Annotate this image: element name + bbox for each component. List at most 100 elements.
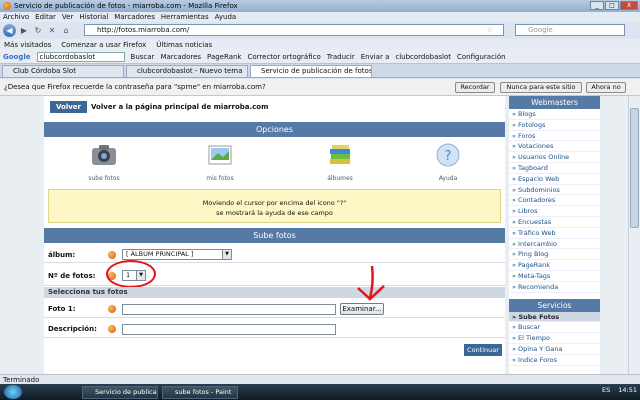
sidebar-item[interactable]: » Opina Y Gana — [509, 344, 600, 355]
descripcion-label: Descripción: — [48, 325, 97, 333]
sidebar-item[interactable]: » Usuarios Online — [509, 152, 600, 163]
sidebar-item[interactable]: » Meta-Tags — [509, 271, 600, 282]
webmasters-header: Webmasters — [509, 96, 600, 109]
google-search-input[interactable]: clubcordobaslot — [36, 51, 125, 62]
sube-fotos-header: Sube fotos — [44, 228, 505, 243]
nfotos-label: Nº de fotos: — [48, 271, 96, 280]
recordar-button[interactable]: Recordar — [455, 82, 495, 93]
sidebar-item[interactable]: » Espacio Web — [509, 174, 600, 185]
help-dot-icon[interactable] — [108, 305, 116, 313]
ahora-no-button[interactable]: Ahora no — [586, 82, 626, 93]
sidebar-item[interactable]: » Contadores — [509, 195, 600, 207]
help-dot-icon[interactable] — [108, 250, 116, 259]
menu-archivo[interactable]: Archivo — [3, 13, 29, 21]
minimize-button[interactable]: _ — [590, 1, 604, 10]
bookmark-noticias[interactable]: Últimas noticias — [156, 41, 212, 49]
bookmark-star-icon[interactable]: ☆ — [487, 25, 493, 35]
taskbar-item-paint[interactable]: sube fotos - Paint — [162, 385, 238, 399]
foto-file-input[interactable] — [122, 303, 336, 315]
option-ayuda[interactable]: ? Ayuda — [412, 141, 484, 182]
volver-button[interactable]: Volver — [50, 101, 88, 113]
google-corrector[interactable]: Corrector ortográfico — [247, 53, 320, 61]
volver-row: Volver Volver a la página principal de m… — [50, 101, 268, 113]
photo-icon — [208, 145, 232, 165]
sidebar-item[interactable]: » Tráfico Web — [509, 228, 600, 239]
sidebar-item[interactable]: » Encuestas — [509, 217, 600, 228]
clock[interactable]: 14:51 — [618, 386, 637, 394]
tab-nuevo-tema[interactable]: clubcordobaslot - Nuevo tema — [126, 65, 248, 77]
option-mis-fotos[interactable]: mis fotos — [184, 141, 256, 182]
option-sube-fotos[interactable]: sube fotos — [68, 141, 140, 182]
menu-ver[interactable]: Ver — [62, 13, 73, 21]
sidebar-item[interactable]: » Intercambio — [509, 239, 600, 250]
language-indicator[interactable]: ES — [602, 386, 610, 394]
bookmark-mas-visitados[interactable]: Más visitados — [4, 41, 51, 49]
search-input[interactable]: Google — [515, 24, 625, 36]
help-dot-icon[interactable] — [108, 325, 116, 333]
sidebar-item[interactable]: » Recomienda — [509, 282, 600, 293]
sidebar-item[interactable]: » Fotologs — [509, 120, 600, 131]
sidebar-item[interactable]: » PageRank — [509, 260, 600, 271]
menu-editar[interactable]: Editar — [35, 13, 56, 21]
album-row: álbum: [ ÁLBUM PRINCIPAL ] ▼ — [44, 247, 505, 263]
sidebar-item[interactable]: » Libros — [509, 206, 600, 217]
google-marcadores[interactable]: Marcadores — [160, 53, 201, 61]
descripcion-row: Descripción: — [44, 321, 505, 338]
album-select[interactable]: [ ÁLBUM PRINCIPAL ] ▼ — [122, 249, 232, 260]
scrollbar-thumb[interactable] — [630, 108, 639, 228]
sidebar-item[interactable]: » Subdominios — [509, 185, 600, 196]
google-configuracion[interactable]: Configuración — [457, 53, 506, 61]
continuar-button[interactable]: Continuar — [464, 344, 502, 356]
menu-marcadores[interactable]: Marcadores — [114, 13, 155, 21]
bookmark-comenzar[interactable]: Comenzar a usar Firefox — [61, 41, 146, 49]
menu-historial[interactable]: Historial — [79, 13, 108, 21]
tab-club-cordoba[interactable]: Club Córdoba Slot — [2, 65, 124, 77]
option-label: sube fotos — [88, 175, 120, 182]
home-button[interactable]: ⌂ — [60, 25, 72, 37]
sidebar-item[interactable]: » Buscar — [509, 322, 600, 334]
start-button[interactable] — [4, 385, 22, 399]
google-logo: Google — [3, 52, 31, 61]
sidebar-item[interactable]: » Foros — [509, 131, 600, 142]
sidebar-item[interactable]: » Tagboard — [509, 163, 600, 174]
forward-button[interactable]: ▶ — [18, 25, 30, 37]
reload-button[interactable]: ↻ — [32, 25, 44, 37]
navigation-toolbar: ◀ ▶ ↻ ✕ ⌂ http://fotos.miarroba.com/ ☆ G… — [0, 22, 640, 39]
google-buscar[interactable]: Buscar — [131, 53, 155, 61]
nunca-button[interactable]: Nunca para este sitio — [500, 82, 582, 93]
sidebar-item[interactable]: » Ping Blog — [509, 249, 600, 261]
sidebar-item[interactable]: » El Tiempo — [509, 333, 600, 344]
back-button[interactable]: ◀ — [3, 24, 16, 37]
menu-ayuda[interactable]: Ayuda — [215, 13, 237, 21]
google-enviar[interactable]: Enviar a — [361, 53, 390, 61]
volver-link[interactable]: Volver a la página principal de miarroba… — [91, 103, 268, 111]
main-panel: Volver Volver a la página principal de m… — [44, 96, 505, 374]
google-pagerank[interactable]: PageRank — [207, 53, 241, 61]
sidebar-item-active[interactable]: » Sube Fotos — [509, 311, 600, 323]
help-box: Moviendo el cursor por encima del icono … — [48, 189, 501, 223]
tab-servicio-fotos[interactable]: Servicio de publicación de fotos - ... — [250, 65, 372, 77]
svg-text:?: ? — [445, 149, 452, 164]
foto-row: Foto 1: Examinar... — [44, 301, 505, 318]
option-albumes[interactable]: álbumes — [304, 141, 376, 182]
vertical-scrollbar[interactable] — [628, 96, 640, 374]
close-button[interactable]: X — [620, 1, 638, 10]
sidebar-item[interactable]: » Votaciones — [509, 141, 600, 153]
maximize-button[interactable]: □ — [605, 1, 619, 10]
google-traducir[interactable]: Traducir — [327, 53, 355, 61]
taskbar: Servicio de publicac... sube fotos - Pai… — [0, 384, 640, 400]
menu-herramientas[interactable]: Herramientas — [161, 13, 209, 21]
google-toolbar: Google clubcordobaslot Buscar Marcadores… — [0, 50, 640, 64]
sidebar-item[interactable]: » Indice Foros — [509, 355, 600, 366]
album-value: [ ÁLBUM PRINCIPAL ] — [126, 250, 194, 258]
help-line-1: Moviendo el cursor por encima del icono … — [202, 199, 347, 207]
descripcion-input[interactable] — [122, 323, 336, 335]
sidebar-item[interactable]: » Blogs — [509, 109, 600, 120]
taskbar-item-firefox[interactable]: Servicio de publicac... — [82, 385, 158, 399]
google-clubcordobaslot[interactable]: clubcordobaslot — [395, 53, 451, 61]
sidebar: Webmasters » Blogs » Fotologs » Foros » … — [509, 96, 600, 374]
stop-button[interactable]: ✕ — [46, 25, 58, 37]
url-bar[interactable]: http://fotos.miarroba.com/ ☆ — [84, 24, 504, 36]
option-label: Ayuda — [438, 175, 458, 182]
examinar-button[interactable]: Examinar... — [340, 303, 384, 315]
